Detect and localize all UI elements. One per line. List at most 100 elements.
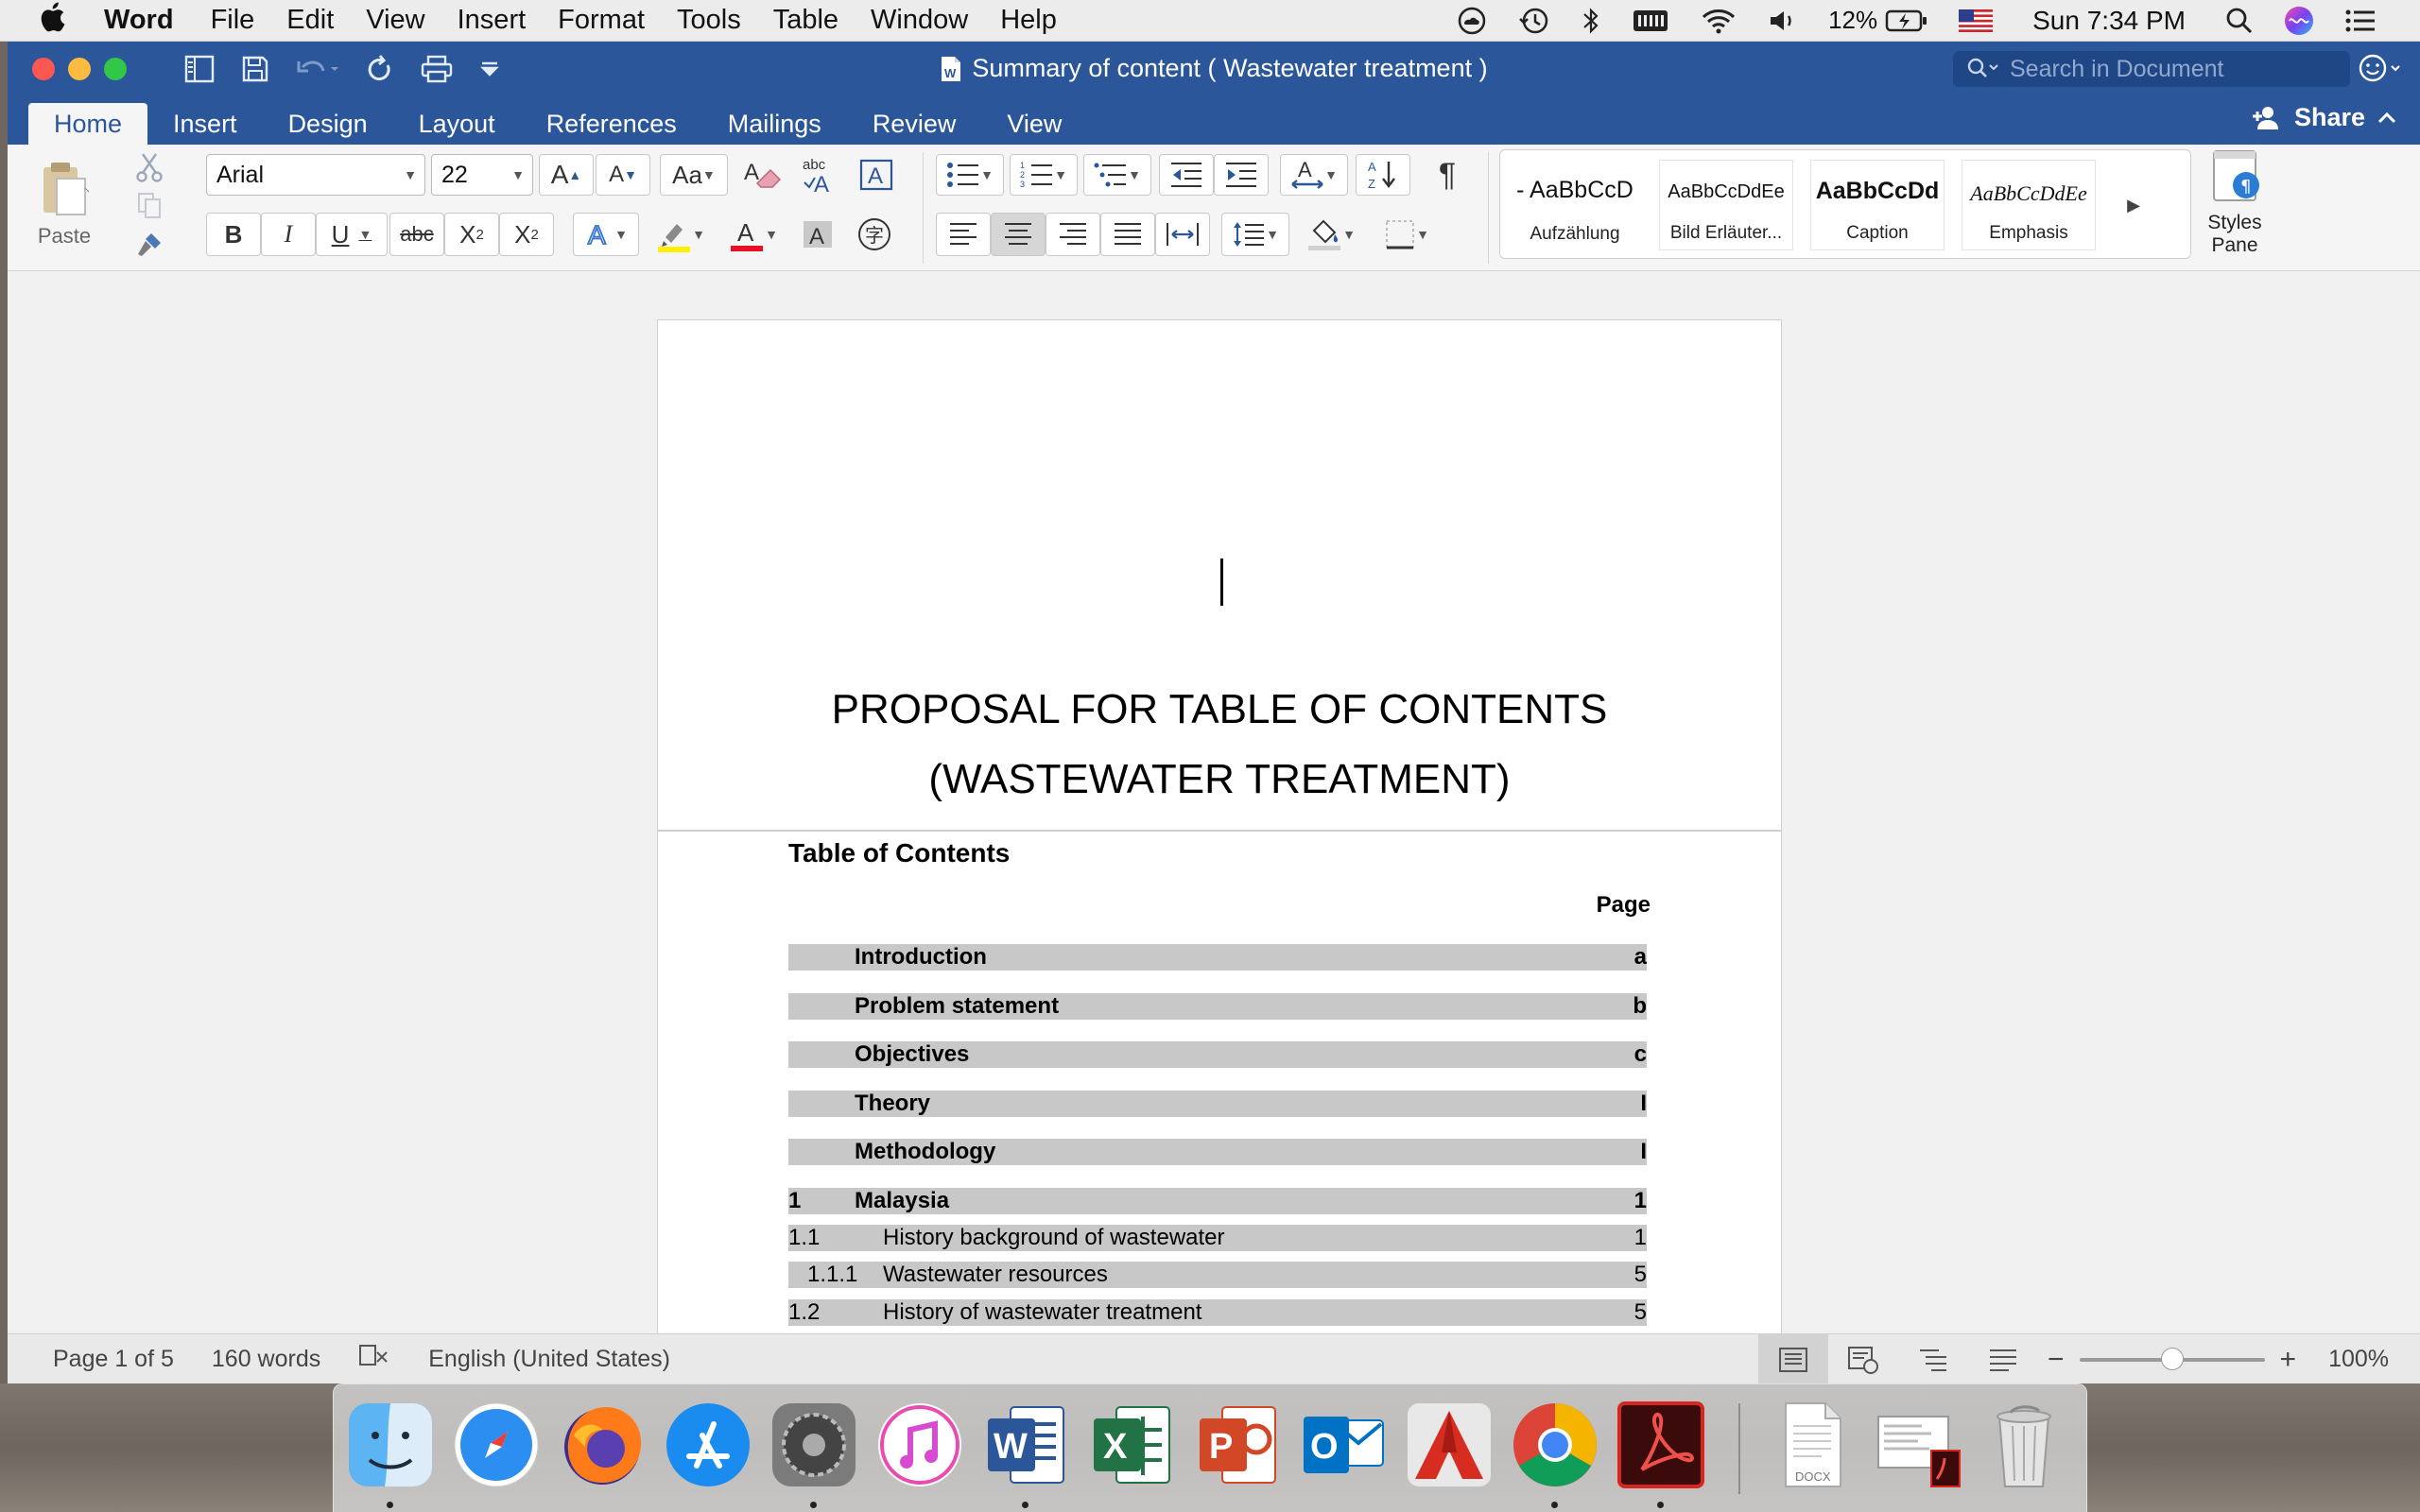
dock-acrobat[interactable]: [1614, 1398, 1708, 1492]
underline-button[interactable]: U ▼: [316, 213, 388, 256]
font-name-box[interactable]: Arial ▼: [206, 154, 425, 196]
align-right-button[interactable]: [1046, 213, 1100, 256]
menu-clock[interactable]: Sun 7:34 PM: [2008, 6, 2210, 36]
page-count[interactable]: Page 1 of 5: [53, 1346, 174, 1373]
volume-icon[interactable]: [1753, 8, 1813, 34]
siri-icon[interactable]: [2269, 6, 2329, 36]
dock-itunes[interactable]: [873, 1398, 967, 1492]
dock-outlook[interactable]: O: [1296, 1398, 1391, 1492]
text-direction-button[interactable]: A ▼: [1280, 154, 1348, 196]
justify-button[interactable]: [1100, 213, 1155, 256]
dock-powerpoint[interactable]: P: [1190, 1398, 1285, 1492]
toc-entry[interactable]: 1 Malaysia 1: [788, 1187, 1647, 1214]
sort-button[interactable]: AZ: [1356, 154, 1410, 196]
subscript-button[interactable]: X2: [444, 213, 499, 256]
zoom-level[interactable]: 100%: [2328, 1346, 2389, 1373]
font-size-box[interactable]: 22 ▼: [431, 154, 533, 196]
outline-view-button[interactable]: [1898, 1334, 1968, 1383]
align-left-button[interactable]: [936, 213, 991, 256]
collapse-ribbon-icon[interactable]: [2375, 109, 2399, 128]
enclose-characters-button[interactable]: 字: [851, 213, 898, 256]
us-flag-input-icon[interactable]: [1944, 9, 2008, 32]
menu-window[interactable]: Window: [855, 5, 984, 36]
dock-recent-documents[interactable]: [1871, 1398, 1965, 1492]
italic-button[interactable]: I: [261, 213, 316, 256]
dock-docx-file[interactable]: DOCX: [1765, 1398, 1859, 1492]
apple-menu-icon[interactable]: [0, 1, 104, 41]
styles-more-arrow-icon[interactable]: ▶: [2115, 184, 2152, 226]
bullets-button[interactable]: ▼: [936, 154, 1004, 196]
print-layout-view-button[interactable]: [1758, 1334, 1828, 1383]
bold-button[interactable]: B: [206, 213, 261, 256]
wifi-icon[interactable]: [1685, 7, 1753, 35]
zoom-slider-thumb[interactable]: [2160, 1347, 2184, 1370]
chevron-down-icon[interactable]: ▼: [511, 167, 525, 182]
distributed-button[interactable]: [1155, 213, 1210, 256]
change-case-button[interactable]: Aa ▼: [660, 154, 728, 196]
character-border-button[interactable]: A: [853, 154, 900, 196]
menu-tools[interactable]: Tools: [661, 5, 757, 36]
toc-entry[interactable]: Problem statement b: [788, 992, 1647, 1020]
numbering-button[interactable]: 1 2 3 ▼: [1010, 154, 1078, 196]
dock-autocad[interactable]: [1402, 1398, 1496, 1492]
style-bild-erlauterung[interactable]: AaBbCcDdEe Bild Erläuter...: [1659, 160, 1793, 250]
feedback-smiley-icon[interactable]: [2358, 53, 2403, 90]
keyboard-viewer-icon[interactable]: [1616, 8, 1685, 34]
menu-edit[interactable]: Edit: [270, 5, 350, 36]
share-button[interactable]: Share: [2251, 103, 2399, 132]
toc-entry[interactable]: Theory I: [788, 1090, 1647, 1117]
toc-entry[interactable]: 1.2 History of wastewater treatment 5: [788, 1298, 1647, 1326]
time-machine-icon[interactable]: [1503, 6, 1565, 36]
notification-center-icon[interactable]: [2329, 9, 2392, 33]
highlight-color-button[interactable]: ▼: [647, 213, 715, 256]
menu-file[interactable]: File: [195, 5, 271, 36]
toc-entry[interactable]: Objectives c: [788, 1041, 1647, 1068]
search-input[interactable]: [2010, 55, 2331, 83]
dock-trash[interactable]: [1977, 1398, 2071, 1492]
tab-references[interactable]: References: [521, 103, 702, 145]
menu-format[interactable]: Format: [542, 5, 661, 36]
sidebar-toggle-icon[interactable]: [183, 54, 216, 84]
style-aufzahlung[interactable]: - AaBbCcD Aufzählung: [1508, 160, 1642, 250]
character-shading-button[interactable]: A: [794, 213, 841, 256]
zoom-out-button[interactable]: −: [2048, 1344, 2065, 1376]
document-canvas[interactable]: PROPOSAL FOR TABLE OF CONTENTS (WASTEWAT…: [8, 271, 2420, 1333]
search-in-document[interactable]: [1953, 51, 2350, 87]
borders-button[interactable]: ▼: [1373, 213, 1441, 256]
menu-help[interactable]: Help: [984, 5, 1073, 36]
document-page[interactable]: PROPOSAL FOR TABLE OF CONTENTS (WASTEWAT…: [658, 320, 1781, 1333]
multilevel-list-button[interactable]: ▼: [1083, 154, 1151, 196]
toc-entry[interactable]: 1.1 History background of wastewater 1: [788, 1224, 1647, 1251]
minimize-window-button[interactable]: [68, 57, 91, 80]
customize-toolbar-icon[interactable]: [478, 54, 501, 84]
increase-indent-button[interactable]: [1214, 154, 1269, 196]
dock-firefox[interactable]: [555, 1398, 649, 1492]
format-painter-button[interactable]: [130, 226, 168, 264]
dock-app-store[interactable]: [661, 1398, 755, 1492]
strikethrough-button[interactable]: abc: [389, 213, 444, 256]
word-count[interactable]: 160 words: [212, 1346, 320, 1373]
bluetooth-icon[interactable]: [1565, 7, 1616, 35]
clear-formatting-button[interactable]: A: [737, 154, 788, 196]
save-icon[interactable]: [240, 54, 270, 84]
zoom-slider[interactable]: [2079, 1347, 2265, 1370]
dock-finder[interactable]: [343, 1398, 438, 1492]
zoom-window-button[interactable]: [104, 57, 127, 80]
menu-view[interactable]: View: [350, 5, 441, 36]
tab-layout[interactable]: Layout: [393, 103, 521, 145]
redo-icon[interactable]: [365, 54, 395, 84]
draft-view-button[interactable]: [1968, 1334, 2038, 1383]
tab-design[interactable]: Design: [263, 103, 393, 145]
line-spacing-button[interactable]: ▼: [1221, 213, 1289, 256]
tab-mailings[interactable]: Mailings: [702, 103, 847, 145]
spotlight-search-icon[interactable]: [2210, 7, 2269, 35]
creative-cloud-icon[interactable]: [1441, 7, 1503, 35]
print-icon[interactable]: [420, 54, 454, 84]
toc-entry[interactable]: Methodology I: [788, 1139, 1647, 1165]
menu-insert[interactable]: Insert: [441, 5, 543, 36]
proofing-icon[interactable]: [358, 1343, 390, 1376]
dock-safari[interactable]: [449, 1398, 544, 1492]
dock-word[interactable]: W: [978, 1398, 1073, 1492]
align-center-button[interactable]: [991, 213, 1046, 256]
styles-pane-button[interactable]: ¶ Styles Pane: [2201, 149, 2269, 257]
